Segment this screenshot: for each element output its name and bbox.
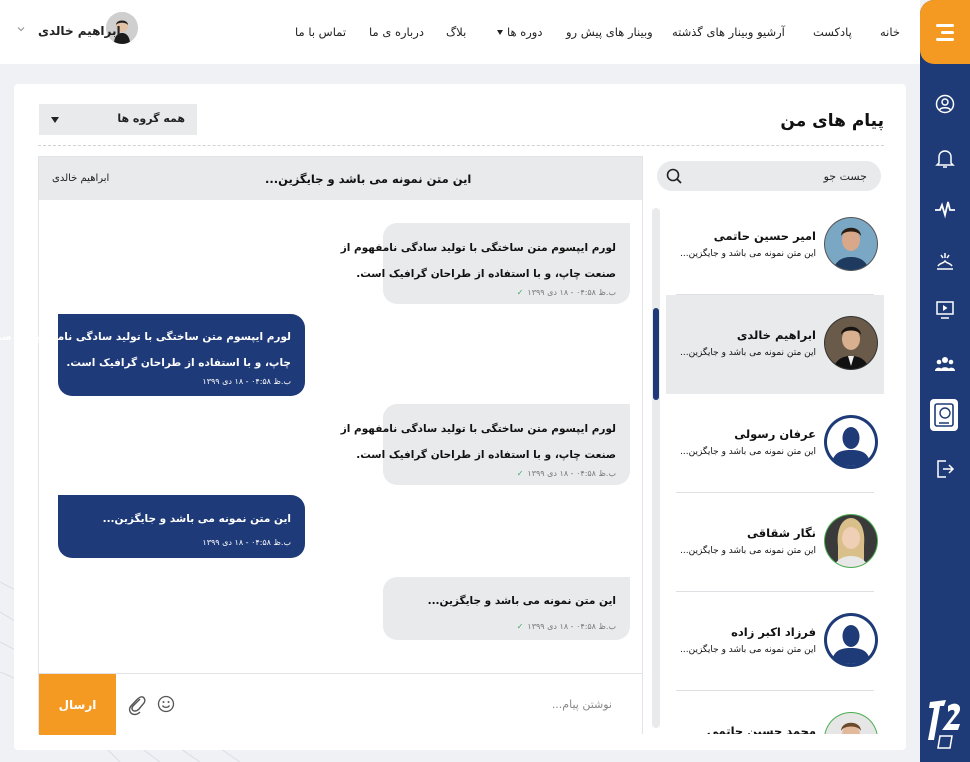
message-meta: ب.ظ ۰۴:۵۸ - ۱۸ دی ۱۳۹۹✓: [517, 469, 616, 479]
nav-upcoming-webinars[interactable]: وبینار های پیش رو: [566, 25, 653, 39]
contact-item[interactable]: فرزاد اکبر زاده این متن نمونه می باشد و …: [666, 592, 884, 691]
nav-courses-label: دوره ها: [507, 25, 543, 39]
contact-item-selected[interactable]: ابراهیم خالدی این متن نمونه می باشد و جا…: [666, 295, 884, 394]
contact-name: ابراهیم خالدی: [736, 328, 816, 342]
nav-courses[interactable]: دوره ها: [497, 25, 542, 39]
chevron-down-icon[interactable]: [16, 24, 26, 34]
check-icon: ✓: [516, 469, 524, 478]
message-composer: ارسال: [39, 673, 642, 735]
contact-search[interactable]: [657, 161, 881, 191]
contact-preview: این متن نمونه می باشد و جایگزین...: [680, 546, 816, 556]
group-icon[interactable]: [933, 352, 957, 376]
messages-icon[interactable]: [930, 399, 958, 431]
nav-contact[interactable]: تماس با ما: [295, 25, 346, 39]
message-timestamp: ب.ظ ۰۴:۵۸ - ۱۸ دی ۱۳۹۹: [527, 469, 616, 478]
search-input[interactable]: [697, 161, 867, 191]
contact-avatar: [824, 316, 878, 370]
check-icon: ✓: [516, 288, 524, 297]
message-bubble-outgoing: لورم ایپسوم متن ساختگی با تولید سادگی نا…: [0, 314, 305, 396]
logout-icon[interactable]: [933, 457, 957, 481]
caret-down-icon: [497, 30, 503, 35]
message-bubble-incoming: لورم ایپسوم متن ساختگی با تولید سادگی نا…: [341, 404, 630, 485]
nav-about[interactable]: درباره ی ما: [369, 25, 424, 39]
contact-item[interactable]: امیر حسین حاتمی این متن نمونه می باشد و …: [666, 196, 884, 295]
contact-name: نگار شقاقی: [746, 526, 816, 540]
top-navbar: خانه پادکست آرشیو وبینار های گذشته وبینا…: [0, 0, 920, 64]
group-filter-label: همه گروه ها: [117, 112, 185, 125]
message-text: چاپ، و با استفاده از طراحان گرافیک است.: [66, 357, 291, 369]
message-timestamp: ب.ظ ۰۴:۵۸ - ۱۸ دی ۱۳۹۹: [202, 377, 291, 386]
activity-icon[interactable]: [933, 197, 957, 221]
message-text: صنعت چاپ، و با استفاده از طراحان گرافیک …: [356, 268, 616, 280]
title-divider: [38, 145, 884, 146]
certificate-icon[interactable]: [933, 249, 957, 273]
nav-webinar-archive[interactable]: آرشیو وبینار های گذشته: [672, 25, 785, 39]
contact-avatar: [824, 712, 878, 734]
message-text: لورم ایپسوم متن ساختگی با تولید سادگی نا…: [340, 242, 616, 254]
menu-icon[interactable]: [920, 0, 970, 64]
contact-avatar: [824, 514, 878, 568]
user-name[interactable]: ابراهیم خالدی: [38, 24, 121, 38]
nav-home[interactable]: خانه: [880, 25, 900, 39]
message-input[interactable]: [332, 692, 612, 716]
message-timestamp: ب.ظ ۰۴:۵۸ - ۱۸ دی ۱۳۹۹: [527, 288, 616, 297]
contact-avatar-placeholder: [824, 613, 878, 667]
nav-podcast[interactable]: پادکست: [813, 25, 852, 39]
side-menu: [920, 0, 970, 762]
contact-preview: این متن نمونه می باشد و جایگزین...: [680, 645, 816, 655]
message-text: این متن نمونه می باشد و جایگزین...: [427, 595, 616, 607]
user-icon[interactable]: [933, 92, 957, 116]
contact-name: فرزاد اکبر زاده: [731, 625, 816, 639]
message-text: صنعت چاپ، و با استفاده از طراحان گرافیک …: [356, 449, 616, 461]
contacts-scrollbar[interactable]: [652, 208, 660, 728]
page-title: پیام های من: [780, 111, 884, 131]
chat-header: این متن نمونه می باشد و جایگزین... ابراه…: [39, 157, 642, 200]
message-bubble-outgoing: این متن نمونه می باشد و جایگزین... ب.ظ ۰…: [58, 495, 305, 558]
message-text: لورم ایپسوم متن ساختگی با تولید سادگی نا…: [340, 423, 616, 435]
contact-avatar: [824, 217, 878, 271]
chat-contact-name: ابراهیم خالدی: [52, 173, 110, 184]
contact-preview: این متن نمونه می باشد و جایگزین...: [680, 348, 816, 358]
contact-name: امیر حسین حاتمی: [713, 229, 816, 243]
check-icon: ✓: [516, 622, 524, 631]
search-icon[interactable]: [665, 167, 683, 185]
paperclip-icon[interactable]: [127, 694, 147, 716]
message-meta: ب.ظ ۰۴:۵۸ - ۱۸ دی ۱۳۹۹✓: [517, 288, 616, 298]
contact-list: امیر حسین حاتمی این متن نمونه می باشد و …: [666, 196, 884, 734]
emoji-icon[interactable]: [157, 695, 175, 713]
caret-down-icon: [51, 117, 59, 123]
message-bubble-incoming: لورم ایپسوم متن ساختگی با تولید سادگی نا…: [341, 223, 630, 304]
contact-name: محمد حسین حاتمی: [706, 724, 816, 734]
contact-avatar-placeholder: [824, 415, 878, 469]
brand-logo: [928, 700, 961, 749]
message-text: این متن نمونه می باشد و جایگزین...: [102, 513, 291, 525]
group-filter-select[interactable]: همه گروه ها: [39, 104, 197, 135]
contact-preview: این متن نمونه می باشد و جایگزین...: [680, 447, 816, 457]
video-icon[interactable]: [933, 298, 957, 322]
contact-preview: این متن نمونه می باشد و جایگزین...: [680, 249, 816, 259]
contacts-scrollbar-thumb[interactable]: [653, 308, 659, 400]
nav-blog[interactable]: بلاگ: [446, 25, 466, 39]
contact-item[interactable]: محمد حسین حاتمی: [666, 691, 884, 734]
message-timestamp: ب.ظ ۰۴:۵۸ - ۱۸ دی ۱۳۹۹: [202, 538, 291, 547]
send-button[interactable]: ارسال: [39, 674, 116, 735]
bell-icon[interactable]: [933, 146, 957, 170]
message-text: لورم ایپسوم متن ساختگی با تولید سادگی نا…: [0, 331, 291, 343]
messages-card: پیام های من همه گروه ها امیر حسین حاتمی: [0, 84, 906, 750]
contact-name: عرفان رسولی: [734, 427, 816, 441]
message-bubble-incoming: این متن نمونه می باشد و جایگزین... ب.ظ ۰…: [383, 577, 630, 640]
chat-panel: این متن نمونه می باشد و جایگزین... ابراه…: [0, 156, 643, 735]
contact-item[interactable]: عرفان رسولی این متن نمونه می باشد و جایگ…: [666, 394, 884, 493]
chat-subject: این متن نمونه می باشد و جایگزین...: [265, 172, 472, 186]
message-meta: ب.ظ ۰۴:۵۸ - ۱۸ دی ۱۳۹۹✓: [517, 622, 616, 632]
message-timestamp: ب.ظ ۰۴:۵۸ - ۱۸ دی ۱۳۹۹: [527, 622, 616, 631]
contact-item[interactable]: نگار شقاقی این متن نمونه می باشد و جایگز…: [666, 493, 884, 592]
